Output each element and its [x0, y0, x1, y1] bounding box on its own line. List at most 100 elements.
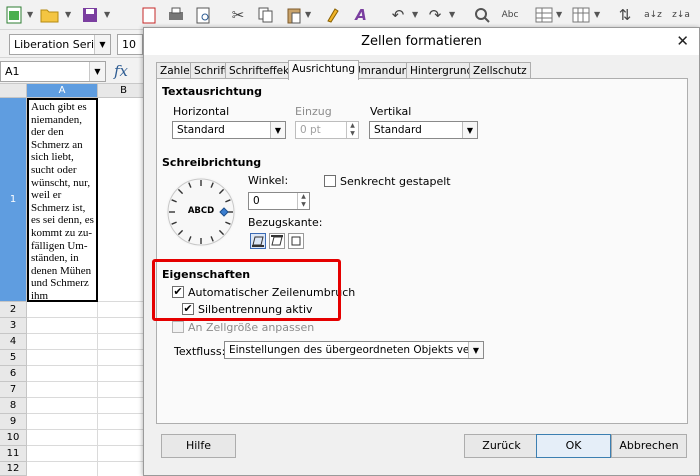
- clone-formatting-icon[interactable]: [321, 3, 345, 27]
- help-button[interactable]: Hilfe: [161, 434, 236, 458]
- textflow-select[interactable]: Einstellungen des übergeordneten Objekts…: [224, 341, 484, 359]
- row-line: [27, 461, 150, 462]
- spelling-icon[interactable]: Abc: [498, 3, 522, 27]
- edge-inside-button[interactable]: [288, 233, 304, 249]
- copy-icon[interactable]: [254, 3, 278, 27]
- chevron-down-icon[interactable]: ▼: [412, 10, 418, 19]
- chevron-down-icon[interactable]: ▼: [65, 10, 71, 19]
- tab-alignment[interactable]: Ausrichtung: [288, 60, 360, 80]
- active-cell-a1[interactable]: Auch gibt es niemanden, der den Schmerz …: [27, 98, 98, 302]
- edge-inside-icon: [291, 236, 301, 246]
- font-name-value: Liberation Serif: [14, 38, 98, 51]
- dialog-titlebar[interactable]: Zellen formatieren ✕: [144, 28, 699, 55]
- cell-text-line: Schmerz ist,: [31, 201, 86, 214]
- font-size-combo[interactable]: 10: [117, 34, 143, 55]
- cancel-button[interactable]: Abbrechen: [611, 434, 687, 458]
- row-header-9[interactable]: 9: [0, 414, 27, 430]
- cell-text-line: Auch gibt es: [31, 101, 87, 113]
- column-header-a[interactable]: A: [27, 84, 98, 98]
- reset-button[interactable]: Zurück: [464, 434, 539, 458]
- shrink-checkbox[interactable]: [172, 321, 184, 333]
- chevron-down-icon[interactable]: ▼: [89, 62, 105, 81]
- vertical-value: Standard: [374, 124, 422, 136]
- spreadsheet-grid[interactable]: A B 1 2 3 4 5 6 7 8 9 10 11 12 Auch gibt…: [0, 84, 150, 476]
- spin-arrows-icon[interactable]: ▲ ▼: [346, 122, 358, 138]
- edge-upper-button[interactable]: [269, 233, 285, 249]
- cell-text-line: sucht oder: [31, 163, 77, 176]
- horizontal-label: Horizontal: [173, 105, 230, 118]
- row-line: [27, 445, 150, 446]
- sort-icon[interactable]: ⇅: [613, 3, 637, 27]
- chevron-down-icon[interactable]: ▼: [94, 35, 110, 54]
- folder-icon[interactable]: [38, 3, 62, 27]
- cell-text-line: wünscht, nur,: [31, 176, 91, 189]
- row-header-7[interactable]: 7: [0, 382, 27, 398]
- textflow-value: Einstellungen des übergeordneten Objekts…: [229, 344, 483, 356]
- chevron-down-icon[interactable]: ▼: [104, 10, 110, 19]
- save-icon[interactable]: [78, 3, 102, 27]
- row-header-4[interactable]: 4: [0, 334, 27, 350]
- undo-icon[interactable]: ↶: [386, 3, 410, 27]
- font-size-value: 10: [122, 38, 136, 51]
- clear-formatting-icon[interactable]: A: [349, 3, 373, 27]
- stacked-checkbox[interactable]: [324, 175, 336, 187]
- find-replace-icon[interactable]: [470, 3, 494, 27]
- close-icon[interactable]: ✕: [676, 28, 689, 55]
- row-header-10[interactable]: 10: [0, 430, 27, 446]
- horizontal-value: Standard: [177, 124, 225, 136]
- row-header-3[interactable]: 3: [0, 318, 27, 334]
- ok-button[interactable]: OK: [536, 434, 611, 458]
- cell-text-line: fälligen Um-: [31, 239, 88, 252]
- chevron-down-icon[interactable]: ▼: [305, 10, 311, 19]
- row-header-12[interactable]: 12: [0, 462, 27, 476]
- sort-ascending-icon[interactable]: a↓z: [641, 3, 665, 27]
- row-line: [27, 413, 150, 414]
- spreadsheet-icon[interactable]: [2, 3, 26, 27]
- function-wizard-icon[interactable]: fx: [114, 62, 128, 80]
- spin-arrows-icon[interactable]: ▲ ▼: [297, 193, 309, 209]
- chevron-down-icon[interactable]: ▼: [270, 122, 285, 138]
- corner-cell[interactable]: [0, 84, 27, 98]
- chevron-down-icon[interactable]: ▼: [462, 122, 477, 138]
- tab-cell-protection[interactable]: Zellschutz: [469, 62, 531, 79]
- sort-descending-icon[interactable]: z↓a: [669, 3, 693, 27]
- row-line: [27, 429, 150, 430]
- angle-field[interactable]: 0 ▲ ▼: [248, 192, 310, 210]
- row-header-8[interactable]: 8: [0, 398, 27, 414]
- indent-field[interactable]: 0 pt ▲ ▼: [295, 121, 359, 139]
- edge-upper-icon: [271, 235, 283, 246]
- angle-label: Winkel:: [248, 174, 289, 187]
- chevron-down-icon[interactable]: ▼: [449, 10, 455, 19]
- cell-text-line: weil er: [31, 189, 62, 202]
- row-header-11[interactable]: 11: [0, 446, 27, 462]
- edge-lower-button[interactable]: [250, 233, 266, 249]
- row-header-6[interactable]: 6: [0, 366, 27, 382]
- tab-background[interactable]: Hintergrund: [406, 62, 478, 79]
- column-icon[interactable]: [569, 3, 593, 27]
- chevron-down-icon[interactable]: ▼: [594, 10, 600, 19]
- cell-text-line: denen Mühen: [31, 264, 92, 277]
- row-icon[interactable]: [532, 3, 556, 27]
- cell-text-line: der den: [31, 126, 64, 139]
- cell-text-line: sich liebt,: [31, 151, 74, 164]
- vertical-select[interactable]: Standard ▼: [369, 121, 478, 139]
- redo-icon[interactable]: ↷: [423, 3, 447, 27]
- row-header-5[interactable]: 5: [0, 350, 27, 366]
- cut-icon[interactable]: ✂: [226, 3, 250, 27]
- cell-text-line: es sei denn, es: [31, 214, 94, 227]
- cell-reference: A1: [5, 65, 20, 78]
- export-pdf-icon[interactable]: [137, 3, 161, 27]
- rotation-dial[interactable]: ABCD: [166, 177, 236, 247]
- row-header-2[interactable]: 2: [0, 302, 27, 318]
- row-header-1[interactable]: 1: [0, 98, 27, 302]
- horizontal-select[interactable]: Standard ▼: [172, 121, 286, 139]
- cell-text-line: ihm: [31, 289, 49, 302]
- name-box[interactable]: A1 ▼: [0, 61, 106, 82]
- chevron-down-icon[interactable]: ▼: [556, 10, 562, 19]
- chevron-down-icon[interactable]: ▼: [27, 10, 33, 19]
- print-icon[interactable]: [164, 3, 188, 27]
- font-name-combo[interactable]: Liberation Serif ▼: [9, 34, 111, 55]
- print-preview-icon[interactable]: [192, 3, 216, 27]
- paste-icon[interactable]: [282, 3, 306, 27]
- chevron-down-icon[interactable]: ▼: [468, 342, 483, 358]
